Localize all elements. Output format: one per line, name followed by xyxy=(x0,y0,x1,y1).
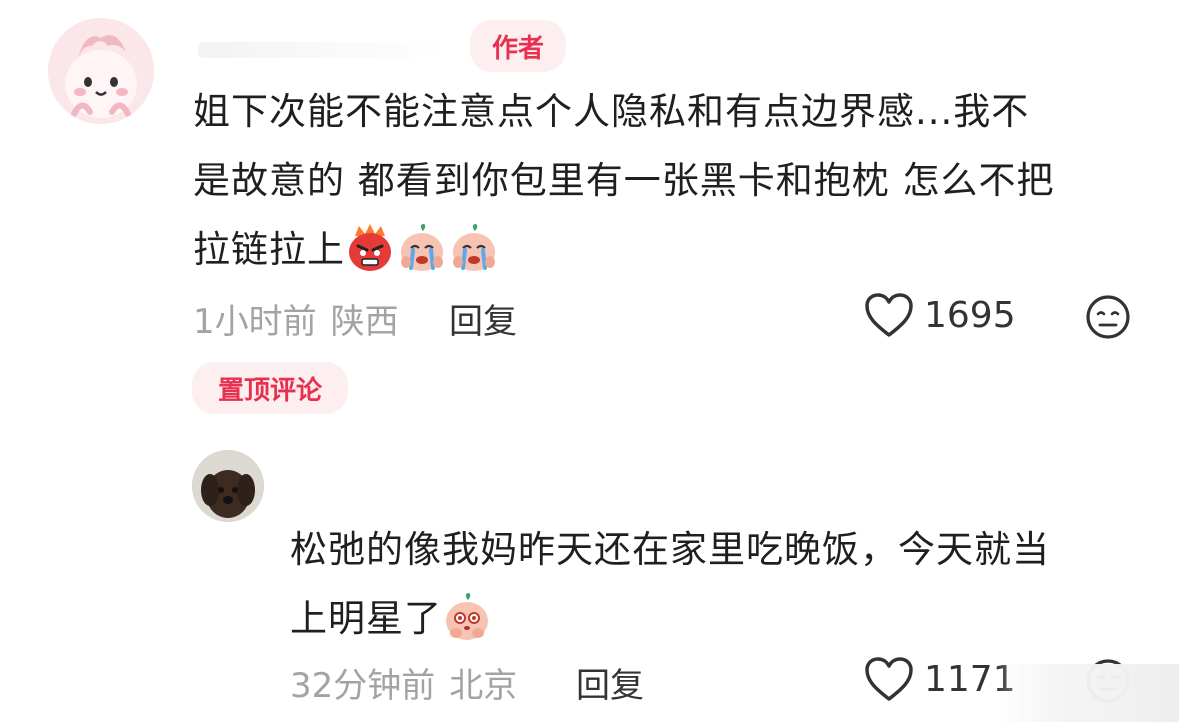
crying-emoji-icon xyxy=(449,222,499,272)
author-avatar-image xyxy=(48,18,154,124)
like-count: 1695 xyxy=(924,294,1016,336)
comment-text-line: 是故意的 都看到你包里有一张黑卡和抱枕 怎么不把 xyxy=(193,159,1055,202)
angry-emoji-icon xyxy=(345,222,395,272)
author-avatar[interactable] xyxy=(48,18,154,124)
like-button[interactable]: 1171 xyxy=(864,656,1016,702)
comment-time: 1小时前 xyxy=(193,302,317,342)
comment-text-line-last: 拉链拉上 xyxy=(193,215,1143,284)
reply-location: 北京 xyxy=(449,666,518,706)
replier-avatar-image xyxy=(192,450,264,522)
heart-icon xyxy=(864,292,914,338)
reply-button[interactable]: 回复 xyxy=(449,294,517,343)
author-name-blurred[interactable] xyxy=(198,42,450,58)
comment-text-line: 姐下次能不能注意点个人隐私和有点边界感...我不 xyxy=(193,90,1030,133)
comment-location: 陕西 xyxy=(330,302,399,342)
reply-text-line: 松弛的像我妈昨天还在家里吃晚饭，今天就当 xyxy=(290,528,1050,571)
reply-text-line: 上明星了 xyxy=(290,597,442,640)
touched-emoji-icon xyxy=(442,591,492,641)
like-button[interactable]: 1695 xyxy=(864,292,1016,338)
comment-text-line: 拉链拉上 xyxy=(193,228,345,271)
reply-text-line-last: 上明星了 xyxy=(290,584,1140,653)
reply-meta: 32分钟前 北京 xyxy=(290,658,517,707)
reply-time: 32分钟前 xyxy=(290,666,436,706)
heart-icon xyxy=(864,656,914,702)
dislike-face-icon[interactable] xyxy=(1085,294,1131,340)
reply-text[interactable]: 松弛的像我妈昨天还在家里吃晚饭，今天就当 上明星了 xyxy=(290,515,1140,653)
comment-meta: 1小时前 陕西 xyxy=(193,294,399,343)
watermark-overlay xyxy=(996,664,1179,722)
reply-button[interactable]: 回复 xyxy=(576,658,644,707)
replier-avatar[interactable] xyxy=(192,450,264,522)
pinned-comment-badge: 置顶评论 xyxy=(192,362,348,414)
author-badge: 作者 xyxy=(470,20,566,72)
crying-emoji-icon xyxy=(397,222,447,272)
comment-text[interactable]: 姐下次能不能注意点个人隐私和有点边界感...我不 是故意的 都看到你包里有一张黑… xyxy=(193,77,1143,284)
